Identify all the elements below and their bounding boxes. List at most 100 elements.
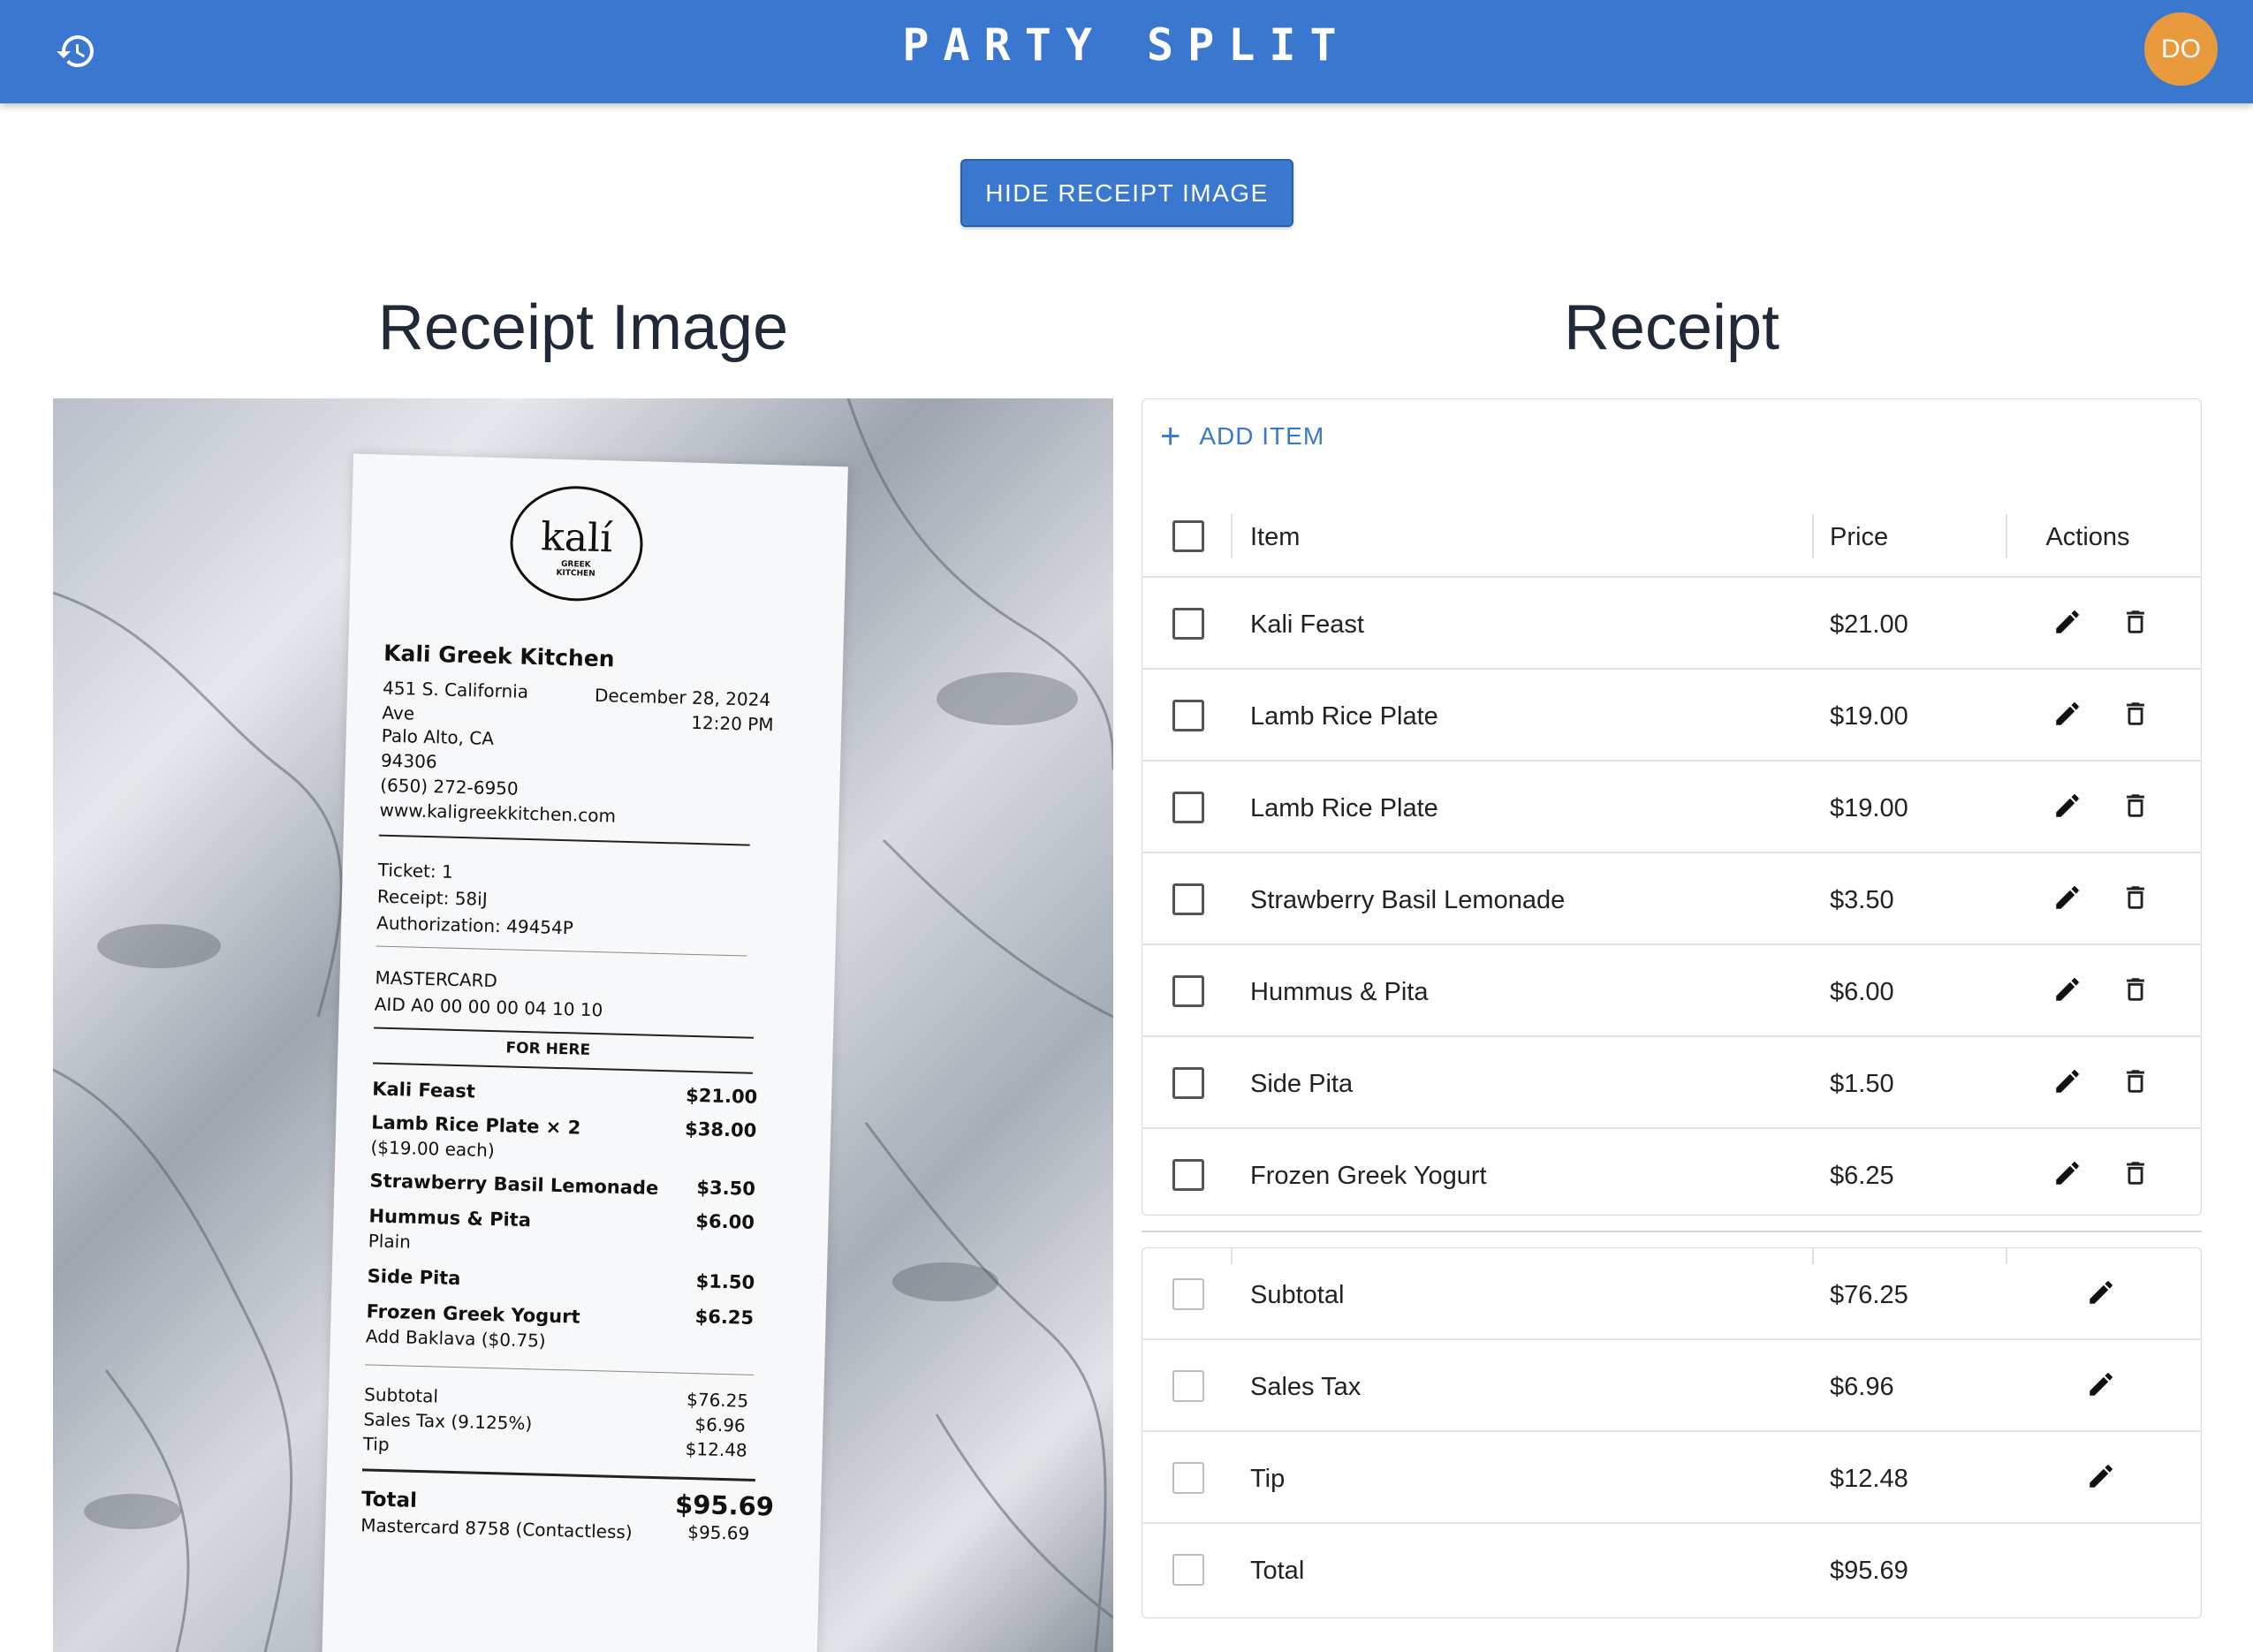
- row-item-price: $19.00: [1830, 794, 1908, 822]
- edit-button[interactable]: [2079, 1272, 2123, 1316]
- edit-button[interactable]: [2045, 785, 2090, 830]
- receipt-item-price: $38.00: [684, 1118, 757, 1141]
- receipt-number: Receipt: 58iJ: [376, 885, 488, 910]
- pencil-icon: [2086, 1461, 2116, 1496]
- trash-icon: [2120, 1066, 2151, 1101]
- row-item-price: $21.00: [1830, 610, 1908, 639]
- edit-button[interactable]: [2045, 1061, 2090, 1105]
- column-header-actions: Actions: [2045, 523, 2130, 551]
- receipt-item-price: $6.00: [695, 1210, 755, 1233]
- receipt-subtotal-label: Subtotal: [363, 1383, 439, 1407]
- row-item-name: Lamb Rice Plate: [1250, 794, 1438, 822]
- delete-button[interactable]: [2113, 785, 2158, 830]
- totals-value: $76.25: [1830, 1281, 1908, 1309]
- delete-button[interactable]: [2113, 1061, 2158, 1105]
- divider: [376, 945, 747, 957]
- receipt-item: Lamb Rice Plate × 2: [370, 1111, 581, 1139]
- edit-button[interactable]: [2045, 877, 2090, 921]
- pencil-icon: [2052, 1066, 2082, 1101]
- delete-button[interactable]: [2113, 693, 2158, 738]
- receipt-item: Frozen Greek Yogurt: [366, 1300, 580, 1328]
- row-checkbox[interactable]: [1172, 1159, 1204, 1191]
- divider: [361, 1468, 755, 1481]
- receipt-date: December 28, 2024: [594, 684, 771, 711]
- add-item-label: ADD ITEM: [1199, 422, 1325, 450]
- table-row: Strawberry Basil Lemonade $3.50: [1142, 853, 2201, 945]
- pencil-icon: [2052, 607, 2082, 641]
- receipt-items-table: + ADD ITEM Item Price Actions Kali Feast…: [1142, 398, 2202, 1216]
- row-checkbox[interactable]: [1172, 792, 1204, 823]
- totals-label: Tip: [1250, 1465, 1286, 1493]
- row-checkbox[interactable]: [1172, 700, 1204, 731]
- select-all-checkbox[interactable]: [1172, 520, 1204, 552]
- row-checkbox[interactable]: [1172, 1067, 1204, 1099]
- edit-button[interactable]: [2079, 1456, 2123, 1500]
- edit-button[interactable]: [2045, 602, 2090, 646]
- divider: [374, 1027, 754, 1039]
- receipt-item-price: $21.00: [685, 1084, 758, 1108]
- column-separator: [1812, 514, 1814, 558]
- receipt-tip-label: Tip: [362, 1433, 390, 1456]
- edit-button[interactable]: [2045, 969, 2090, 1013]
- row-checkbox[interactable]: [1172, 883, 1204, 915]
- receipt-tip: $12.48: [685, 1437, 748, 1461]
- trash-icon: [2120, 699, 2151, 733]
- trash-icon: [2120, 883, 2151, 917]
- totals-row: Sales Tax $6.96: [1142, 1340, 2201, 1432]
- ticket: Ticket: 1: [377, 859, 454, 883]
- row-checkbox[interactable]: [1172, 1554, 1204, 1586]
- edit-button[interactable]: [2045, 693, 2090, 738]
- pencil-icon: [2052, 1158, 2082, 1193]
- card-aid: AID A0 00 00 00 04 10 10: [374, 993, 603, 1021]
- row-checkbox[interactable]: [1172, 975, 1204, 1007]
- receipt-item: Kali Feast: [371, 1078, 476, 1103]
- totals-table: Subtotal $76.25 Sales Tax $6.96 Tip $12.48 Tot…: [1142, 1247, 2202, 1618]
- app-bar: PARTY SPLIT DO: [0, 0, 2253, 103]
- delete-button[interactable]: [2113, 602, 2158, 646]
- row-checkbox[interactable]: [1172, 608, 1204, 640]
- divider: [378, 834, 750, 846]
- row-item-name: Kali Feast: [1250, 610, 1364, 639]
- row-checkbox[interactable]: [1172, 1370, 1204, 1402]
- row-checkbox[interactable]: [1172, 1462, 1204, 1494]
- row-item-name: Strawberry Basil Lemonade: [1250, 886, 1566, 914]
- totals-value: $6.96: [1830, 1373, 1894, 1401]
- totals-value: $12.48: [1830, 1465, 1908, 1493]
- column-separator: [1231, 514, 1233, 558]
- hide-receipt-image-button[interactable]: HIDE RECEIPT IMAGE: [960, 159, 1293, 227]
- receipt-heading: Receipt: [1563, 292, 1780, 363]
- totals-row: Subtotal $76.25: [1142, 1248, 2201, 1340]
- delete-button[interactable]: [2113, 877, 2158, 921]
- receipt-item: Side Pita: [367, 1265, 461, 1290]
- row-item-price: $19.00: [1830, 702, 1908, 731]
- row-item-price: $6.25: [1830, 1162, 1894, 1190]
- trash-icon: [2120, 607, 2151, 641]
- avatar[interactable]: DO: [2144, 12, 2218, 86]
- receipt-item-note: Plain: [368, 1230, 412, 1253]
- receipt-payment: $95.69: [687, 1520, 750, 1544]
- trash-icon: [2120, 974, 2151, 1009]
- row-checkbox[interactable]: [1172, 1278, 1204, 1310]
- pencil-icon: [2086, 1369, 2116, 1404]
- receipt-time: 12:20 PM: [690, 711, 774, 736]
- receipt-tax-label: Sales Tax (9.125%): [363, 1408, 533, 1435]
- delete-button[interactable]: [2113, 969, 2158, 1013]
- address-line: 451 S. California: [382, 677, 529, 702]
- edit-button[interactable]: [2079, 1364, 2123, 1408]
- restaurant-name: Kali Greek Kitchen: [383, 640, 615, 672]
- address-line: Ave: [382, 701, 415, 724]
- table-row: Kali Feast $21.00: [1142, 578, 2201, 670]
- totals-value: $95.69: [1830, 1557, 1908, 1585]
- address-line: 94306: [380, 749, 437, 773]
- add-item-button[interactable]: + ADD ITEM: [1160, 419, 1325, 454]
- receipt-item-price: $3.50: [696, 1177, 756, 1200]
- pencil-icon: [2052, 974, 2082, 1009]
- trash-icon: [2120, 791, 2151, 825]
- edit-button[interactable]: [2045, 1153, 2090, 1197]
- receipt-item: Strawberry Basil Lemonade: [369, 1170, 659, 1199]
- totals-label: Sales Tax: [1250, 1373, 1362, 1401]
- delete-button[interactable]: [2113, 1153, 2158, 1197]
- app-title: PARTY SPLIT: [902, 19, 1351, 71]
- receipt-photo: kalí GREEK KITCHEN Kali Greek Kitchen 45…: [53, 398, 1113, 1652]
- pencil-icon: [2052, 791, 2082, 825]
